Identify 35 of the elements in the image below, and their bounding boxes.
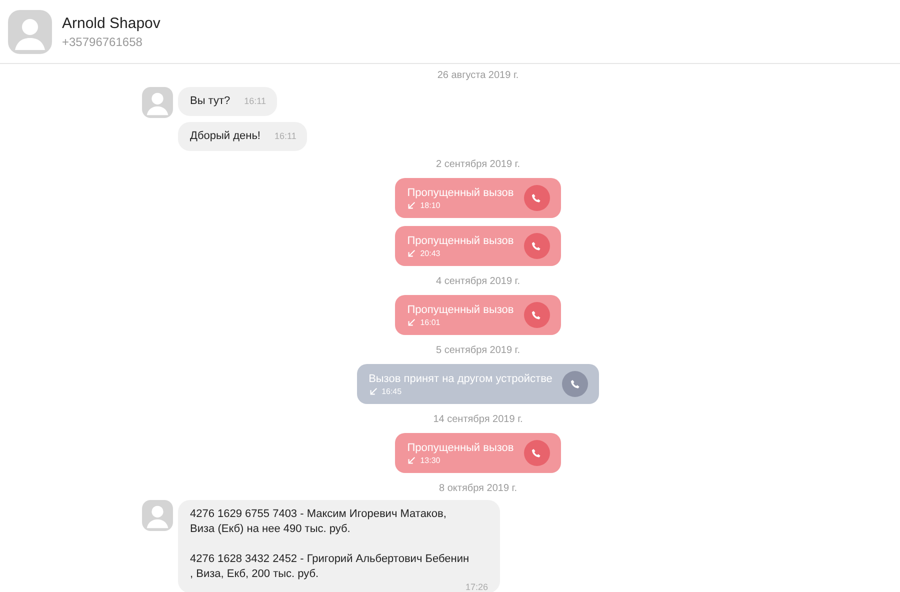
date-label: 5 сентября 2019 г. (436, 345, 520, 356)
avatar-icon (8, 10, 52, 54)
incoming-arrow-icon (407, 456, 416, 464)
phone-icon (524, 440, 550, 466)
phone-icon (524, 185, 550, 211)
call-label: Вызов принят на другом устройстве (368, 372, 552, 384)
message-time: 16:11 (244, 96, 266, 106)
call-label: Пропущенный вызов (407, 304, 514, 316)
contact-name: Arnold Shapov (62, 14, 160, 32)
date-label: 2 сентября 2019 г. (436, 159, 520, 170)
message-time: 17:26 (465, 582, 488, 592)
date-label: 4 сентября 2019 г. (436, 276, 520, 287)
call-label: Пропущенный вызов (407, 442, 514, 454)
call-time: 18:10 (420, 200, 440, 210)
incoming-arrow-icon (407, 200, 416, 210)
call-time: 16:45 (382, 386, 402, 396)
contact-phone: +35796761658 (62, 34, 144, 48)
message-time: 16:11 (274, 131, 296, 141)
incoming-arrow-icon (407, 318, 416, 326)
date-label: 26 августа 2019 г. (437, 70, 519, 81)
date-label: 14 сентября 2019 г. (433, 414, 523, 425)
message-text: 4276 1629 6755 7403 - Максим Игоревич Матаков, Виза (Екб) на нее 490 тыс. руб. 4276 1628 3432 2452 - Григорий Альбертович Бебенин , Виза, Екб, 200 тыс. руб. (190, 507, 470, 582)
phone-icon (524, 302, 550, 328)
call-label: Пропущенный вызов (407, 234, 514, 246)
phone-icon (524, 233, 550, 259)
call-time: 16:01 (420, 318, 440, 326)
incoming-arrow-icon (407, 248, 416, 258)
phone-icon (562, 371, 588, 397)
call-time: 13:30 (420, 456, 440, 464)
call-label: Пропущенный вызов (407, 186, 514, 198)
message-text: Вы тут? (190, 94, 230, 109)
message-text: Дборый день! (190, 129, 260, 144)
incoming-arrow-icon (368, 386, 378, 396)
call-time: 20:43 (420, 248, 440, 258)
date-label: 8 октября 2019 г. (439, 483, 517, 494)
